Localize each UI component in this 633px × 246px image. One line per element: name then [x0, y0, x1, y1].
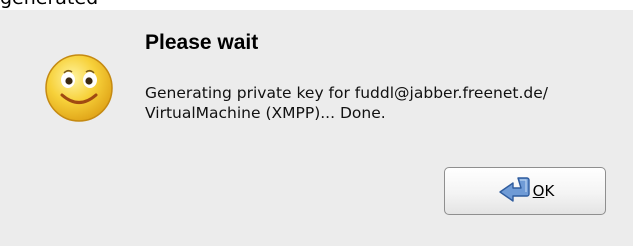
please-wait-dialog: Please wait Generating private key for f…	[0, 10, 633, 246]
dialog-title: Please wait	[145, 31, 259, 54]
dialog-message: Generating private key for fuddl@jabber.…	[145, 84, 548, 122]
ok-mnemonic: O	[532, 182, 545, 200]
ok-button-label: OK	[533, 182, 555, 200]
smiley-face-icon	[45, 54, 113, 122]
background-window-fragment: generated	[0, 0, 633, 10]
ok-label-rest: K	[544, 182, 555, 200]
ok-button[interactable]: OK	[444, 167, 606, 215]
background-text: generated	[0, 0, 98, 9]
return-arrow-icon	[498, 177, 530, 202]
